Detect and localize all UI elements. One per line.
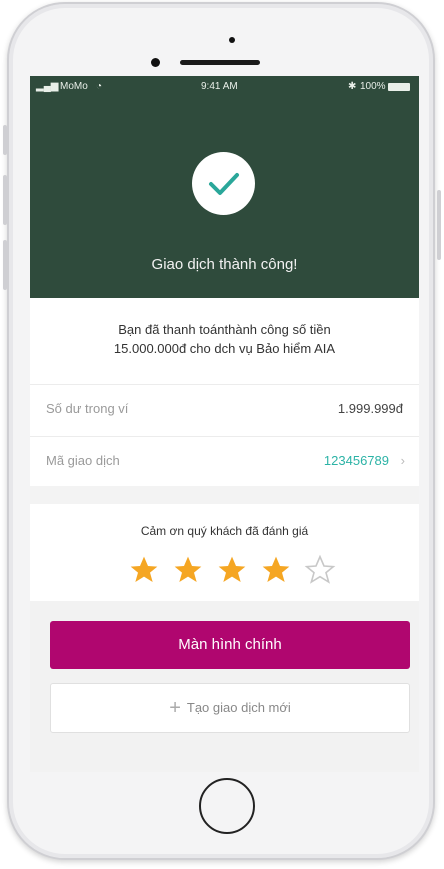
- balance-label: Số dư trong ví: [46, 401, 129, 416]
- mute-switch: [3, 125, 7, 155]
- success-title: Giao dịch thành công!: [151, 256, 298, 273]
- camera-dot: [229, 37, 235, 43]
- transaction-id-value[interactable]: 123456789: [324, 453, 389, 468]
- status-bar: ▂▄▆ MoMo ◔ 9:41 AM ✱ 100%: [30, 76, 419, 98]
- message-line-1: Bạn đã thanh toánthành công số tiền: [118, 322, 331, 337]
- chevron-right-icon: ›: [400, 453, 405, 468]
- carrier-label: MoMo: [60, 81, 88, 92]
- star-icon-filled-2[interactable]: [172, 554, 204, 586]
- balance-row: Số dư trong ví 1.999.999đ: [30, 384, 419, 433]
- speaker-grille: [180, 60, 260, 65]
- star-icon-empty-5[interactable]: [304, 554, 336, 586]
- status-time: 9:41 AM: [201, 81, 238, 92]
- star-icon-filled-4[interactable]: [260, 554, 292, 586]
- new-transaction-button[interactable]: + Tạo giao dịch mới: [50, 683, 410, 733]
- message-line-2: 15.000.000đ cho dch vụ Bảo hiểm AIA: [113, 341, 336, 356]
- screen: ▂▄▆ MoMo ◔ 9:41 AM ✱ 100% Giao dịch thàn…: [30, 76, 419, 772]
- battery-icon: [388, 83, 410, 91]
- volume-up-button: [3, 175, 7, 225]
- balance-value: 1.999.999đ: [337, 401, 403, 416]
- success-check: [192, 152, 255, 215]
- front-camera: [151, 58, 160, 67]
- transaction-id-label: Mã giao dịch: [46, 453, 120, 468]
- transaction-id-row[interactable]: Mã giao dịch 123456789 ›: [30, 436, 419, 485]
- plus-icon: +: [169, 697, 181, 719]
- star-icon-filled-1[interactable]: [128, 554, 160, 586]
- star-icon-filled-3[interactable]: [216, 554, 248, 586]
- section-divider: [30, 486, 419, 504]
- rating-title: Cảm ơn quý khách đã đánh giá: [140, 524, 309, 538]
- volume-down-button: [3, 240, 7, 290]
- signal-icon: ▂▄▆: [36, 81, 59, 92]
- bluetooth-icon: ✱: [348, 81, 357, 92]
- new-transaction-label: Tạo giao dịch mới: [186, 700, 291, 715]
- success-header: Giao dịch thành công!: [30, 98, 419, 298]
- power-button: [437, 190, 441, 260]
- home-screen-button[interactable]: Màn hình chính: [50, 621, 410, 669]
- check-icon: [209, 173, 239, 195]
- battery-label: 100%: [360, 81, 386, 92]
- home-button[interactable]: [199, 778, 255, 834]
- wifi-icon: ◔: [96, 81, 103, 92]
- payment-message: Bạn đã thanh toánthành công số tiền 15.0…: [30, 320, 419, 358]
- star-rating[interactable]: [128, 554, 338, 588]
